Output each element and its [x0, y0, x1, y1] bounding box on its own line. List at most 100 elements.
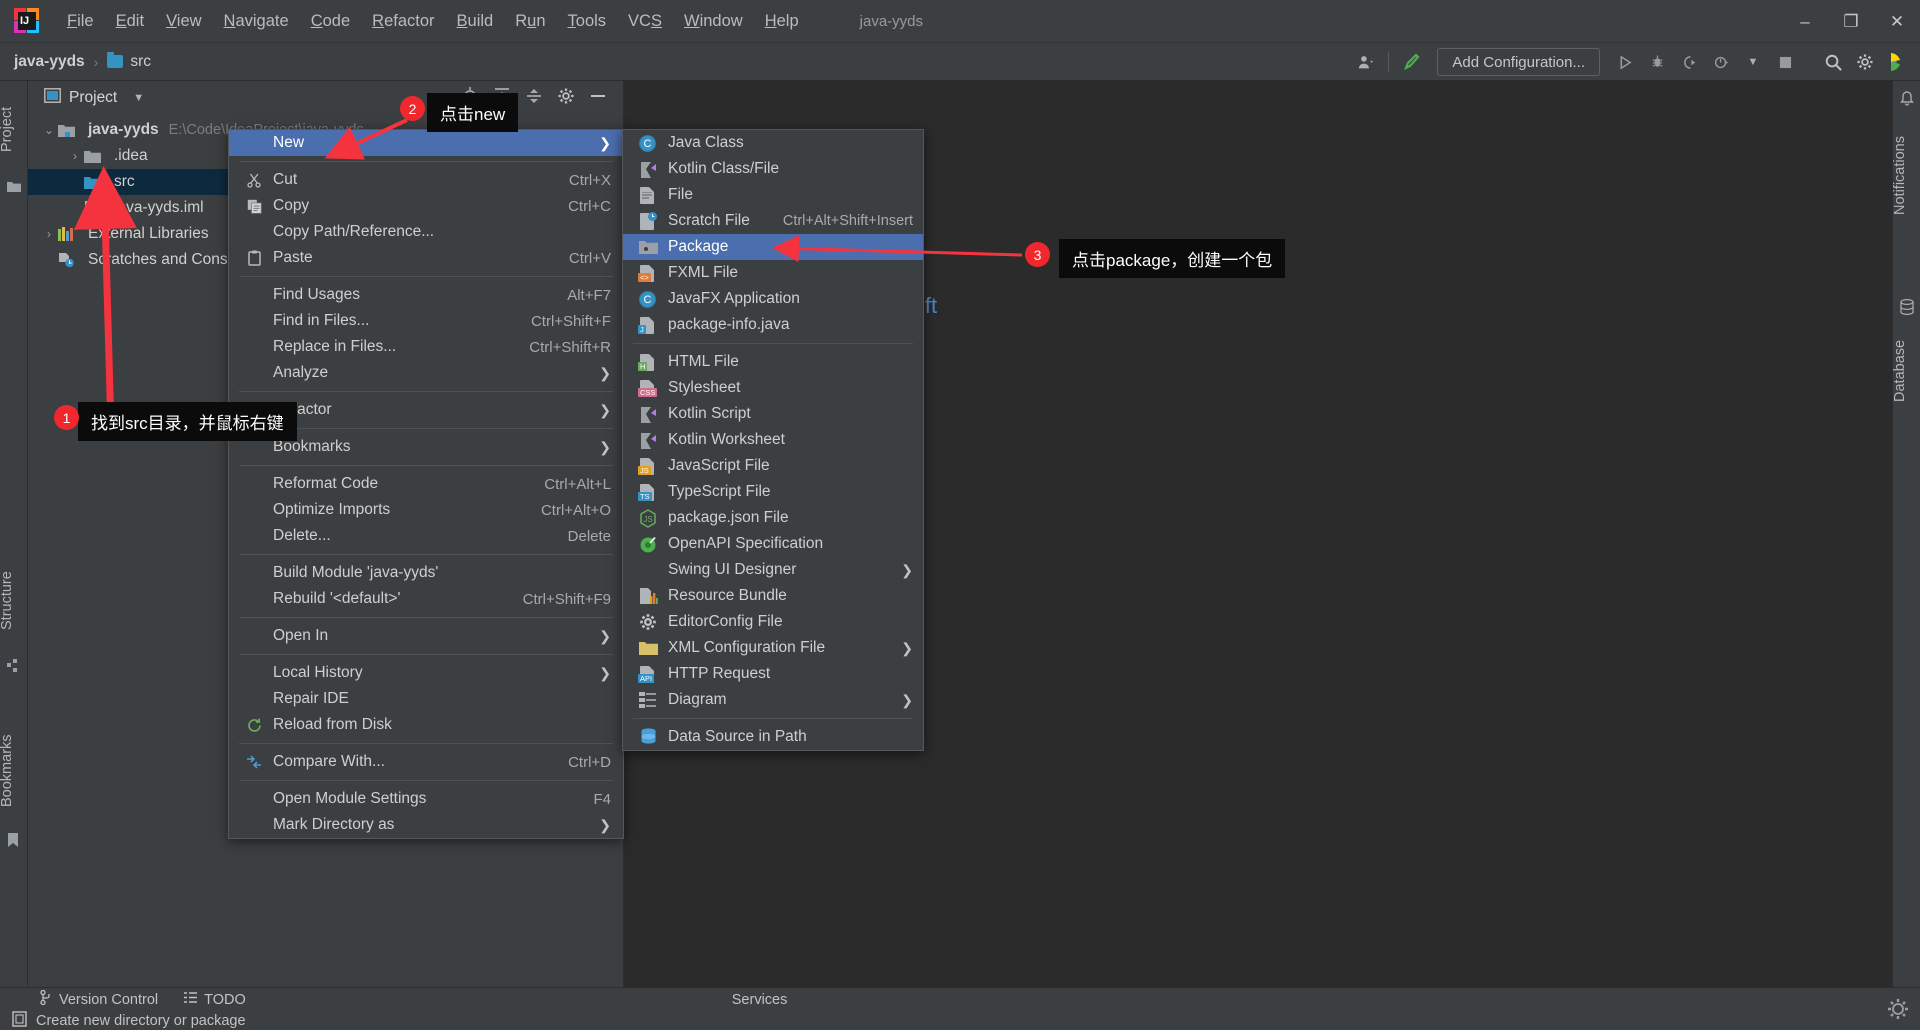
- context-menu-item-repair-ide[interactable]: Repair IDE: [229, 686, 623, 712]
- build-hammer-icon[interactable]: [1397, 47, 1427, 77]
- context-menu-item-copy[interactable]: CopyCtrl+C: [229, 193, 623, 219]
- notifications-bell-icon: [1900, 91, 1914, 105]
- context-menu-item-new[interactable]: New❯: [229, 130, 623, 156]
- run-button[interactable]: [1610, 47, 1640, 77]
- context-menu-item-reload-from-disk[interactable]: Reload from Disk: [229, 712, 623, 738]
- submenu-item-kotlin-script[interactable]: Kotlin Script: [623, 401, 923, 427]
- context-menu-item-local-history[interactable]: Local History❯: [229, 660, 623, 686]
- sidebar-item-bookmarks[interactable]: Bookmarks: [0, 711, 27, 831]
- context-menu-item-optimize-imports[interactable]: Optimize ImportsCtrl+Alt+O: [229, 497, 623, 523]
- submenu-item-resource-bundle[interactable]: Resource Bundle: [623, 583, 923, 609]
- context-menu-item-find-in-files[interactable]: Find in Files...Ctrl+Shift+F: [229, 308, 623, 334]
- menu-build[interactable]: Build: [446, 8, 505, 35]
- submenu-item-stylesheet[interactable]: CSSStylesheet: [623, 375, 923, 401]
- submenu-item-javafx-application[interactable]: CJavaFX Application: [623, 286, 923, 312]
- tree-twisty-icon[interactable]: ›: [66, 149, 84, 163]
- menu-help[interactable]: Help: [754, 8, 810, 35]
- sidebar-item-project[interactable]: Project: [0, 89, 27, 169]
- annotation-text-3: 点击package，创建一个包: [1059, 239, 1285, 278]
- submenu-item-java-class[interactable]: CJava Class: [623, 130, 923, 156]
- sidebar-item-structure[interactable]: Structure: [0, 551, 27, 651]
- context-menu-item-copy-path-reference[interactable]: Copy Path/Reference...: [229, 219, 623, 245]
- minimize-button[interactable]: –: [1782, 0, 1828, 43]
- close-button[interactable]: ✕: [1874, 0, 1920, 43]
- context-menu-item-analyze[interactable]: Analyze❯: [229, 360, 623, 386]
- submenu-item-data-source-in-path[interactable]: Data Source in Path: [623, 724, 923, 750]
- ide-helper-icon[interactable]: [1882, 47, 1912, 77]
- menu-refactor[interactable]: Refactor: [361, 8, 445, 35]
- menu-code[interactable]: Code: [300, 8, 361, 35]
- submenu-item-scratch-file[interactable]: Scratch FileCtrl+Alt+Shift+Insert: [623, 208, 923, 234]
- settings-gear-icon[interactable]: [557, 87, 575, 110]
- chevron-down-icon[interactable]: ▼: [1738, 47, 1768, 77]
- toolbar-divider: [1388, 52, 1389, 72]
- context-menu-item-find-usages[interactable]: Find UsagesAlt+F7: [229, 282, 623, 308]
- context-menu-item-reformat-code[interactable]: Reformat CodeCtrl+Alt+L: [229, 471, 623, 497]
- new-directory-icon: [12, 1011, 27, 1030]
- menu-view[interactable]: View: [155, 8, 212, 35]
- user-account-icon[interactable]: [1350, 47, 1380, 77]
- context-menu-item-open-module-settings[interactable]: Open Module SettingsF4: [229, 786, 623, 812]
- context-menu-item-build-module-java-yyds[interactable]: Build Module 'java-yyds': [229, 560, 623, 586]
- status-todo[interactable]: TODO: [184, 992, 246, 1008]
- submenu-item-html-file[interactable]: HHTML File: [623, 349, 923, 375]
- menu-tools[interactable]: Tools: [557, 8, 618, 35]
- submenu-item-fxml-file[interactable]: <>FXML File: [623, 260, 923, 286]
- context-menu-item-label: Mark Directory as: [273, 816, 394, 834]
- context-menu-item-rebuild-default[interactable]: Rebuild '<default>'Ctrl+Shift+F9: [229, 586, 623, 612]
- maximize-button[interactable]: ❐: [1828, 0, 1874, 43]
- stop-button[interactable]: [1770, 47, 1800, 77]
- menu-vcs[interactable]: VCS: [617, 8, 673, 35]
- submenu-item-package-json-file[interactable]: JSpackage.json File: [623, 505, 923, 531]
- sidebar-item-database[interactable]: Database: [1892, 321, 1920, 421]
- context-menu-item-compare-with[interactable]: Compare With...Ctrl+D: [229, 749, 623, 775]
- context-menu-item-delete[interactable]: Delete...Delete: [229, 523, 623, 549]
- tree-twisty-icon[interactable]: ⌄: [40, 123, 58, 137]
- collapse-all-icon[interactable]: [525, 87, 543, 110]
- submenu-item-kotlin-worksheet[interactable]: Kotlin Worksheet: [623, 427, 923, 453]
- tree-twisty-icon[interactable]: ›: [40, 227, 58, 241]
- submenu-item-typescript-file[interactable]: TSTypeScript File: [623, 479, 923, 505]
- hide-panel-icon[interactable]: [589, 87, 607, 110]
- breadcrumb-item-project[interactable]: java-yyds: [14, 53, 85, 71]
- submenu-item-kotlin-class-file[interactable]: Kotlin Class/File: [623, 156, 923, 182]
- sidebar-item-notifications[interactable]: Notifications: [1892, 111, 1920, 241]
- scissors-icon: [241, 173, 267, 188]
- breadcrumb-item-src[interactable]: src: [130, 53, 151, 71]
- profiler-button[interactable]: [1706, 47, 1736, 77]
- menu-navigate[interactable]: Navigate: [213, 8, 300, 35]
- menu-edit[interactable]: Edit: [105, 8, 155, 35]
- add-configuration-button[interactable]: Add Configuration...: [1437, 48, 1600, 76]
- status-version-control[interactable]: Version Control: [40, 990, 158, 1009]
- context-menu-item-mark-directory-as[interactable]: Mark Directory as❯: [229, 812, 623, 838]
- tree-node-label: src: [114, 173, 135, 191]
- menu-run[interactable]: Run: [504, 8, 556, 35]
- submenu-item-package[interactable]: Package: [623, 234, 923, 260]
- status-ide-indicator-icon[interactable]: [1886, 997, 1910, 1026]
- submenu-item-diagram[interactable]: Diagram❯: [623, 687, 923, 713]
- run-with-coverage-button[interactable]: [1674, 47, 1704, 77]
- menu-file[interactable]: File: [56, 8, 105, 35]
- submenu-item-openapi-specification[interactable]: OpenAPI Specification: [623, 531, 923, 557]
- folder-icon: [84, 149, 106, 164]
- submenu-item-file[interactable]: File: [623, 182, 923, 208]
- debug-button[interactable]: [1642, 47, 1672, 77]
- context-menu-item-shortcut: Ctrl+Shift+F: [531, 313, 611, 330]
- context-menu-item-cut[interactable]: CutCtrl+X: [229, 167, 623, 193]
- submenu-item-swing-ui-designer[interactable]: Swing UI Designer❯: [623, 557, 923, 583]
- kotlin-icon: [637, 431, 659, 449]
- context-menu-item-open-in[interactable]: Open In❯: [229, 623, 623, 649]
- context-menu-item-replace-in-files[interactable]: Replace in Files...Ctrl+Shift+R: [229, 334, 623, 360]
- submenu-item-package-info-java[interactable]: Jpackage-info.java: [623, 312, 923, 338]
- gear-icon[interactable]: [1850, 47, 1880, 77]
- menu-window[interactable]: Window: [673, 8, 754, 35]
- search-icon[interactable]: [1818, 47, 1848, 77]
- context-menu-item-paste[interactable]: PasteCtrl+V: [229, 245, 623, 271]
- status-services-label[interactable]: Services: [732, 992, 788, 1008]
- submenu-item-javascript-file[interactable]: JSJavaScript File: [623, 453, 923, 479]
- submenu-item-xml-configuration-file[interactable]: XML Configuration File❯: [623, 635, 923, 661]
- submenu-item-editorconfig-file[interactable]: EditorConfig File: [623, 609, 923, 635]
- chevron-down-icon[interactable]: ▼: [133, 92, 144, 104]
- kotlin-icon: [637, 160, 659, 178]
- submenu-item-http-request[interactable]: APIHTTP Request: [623, 661, 923, 687]
